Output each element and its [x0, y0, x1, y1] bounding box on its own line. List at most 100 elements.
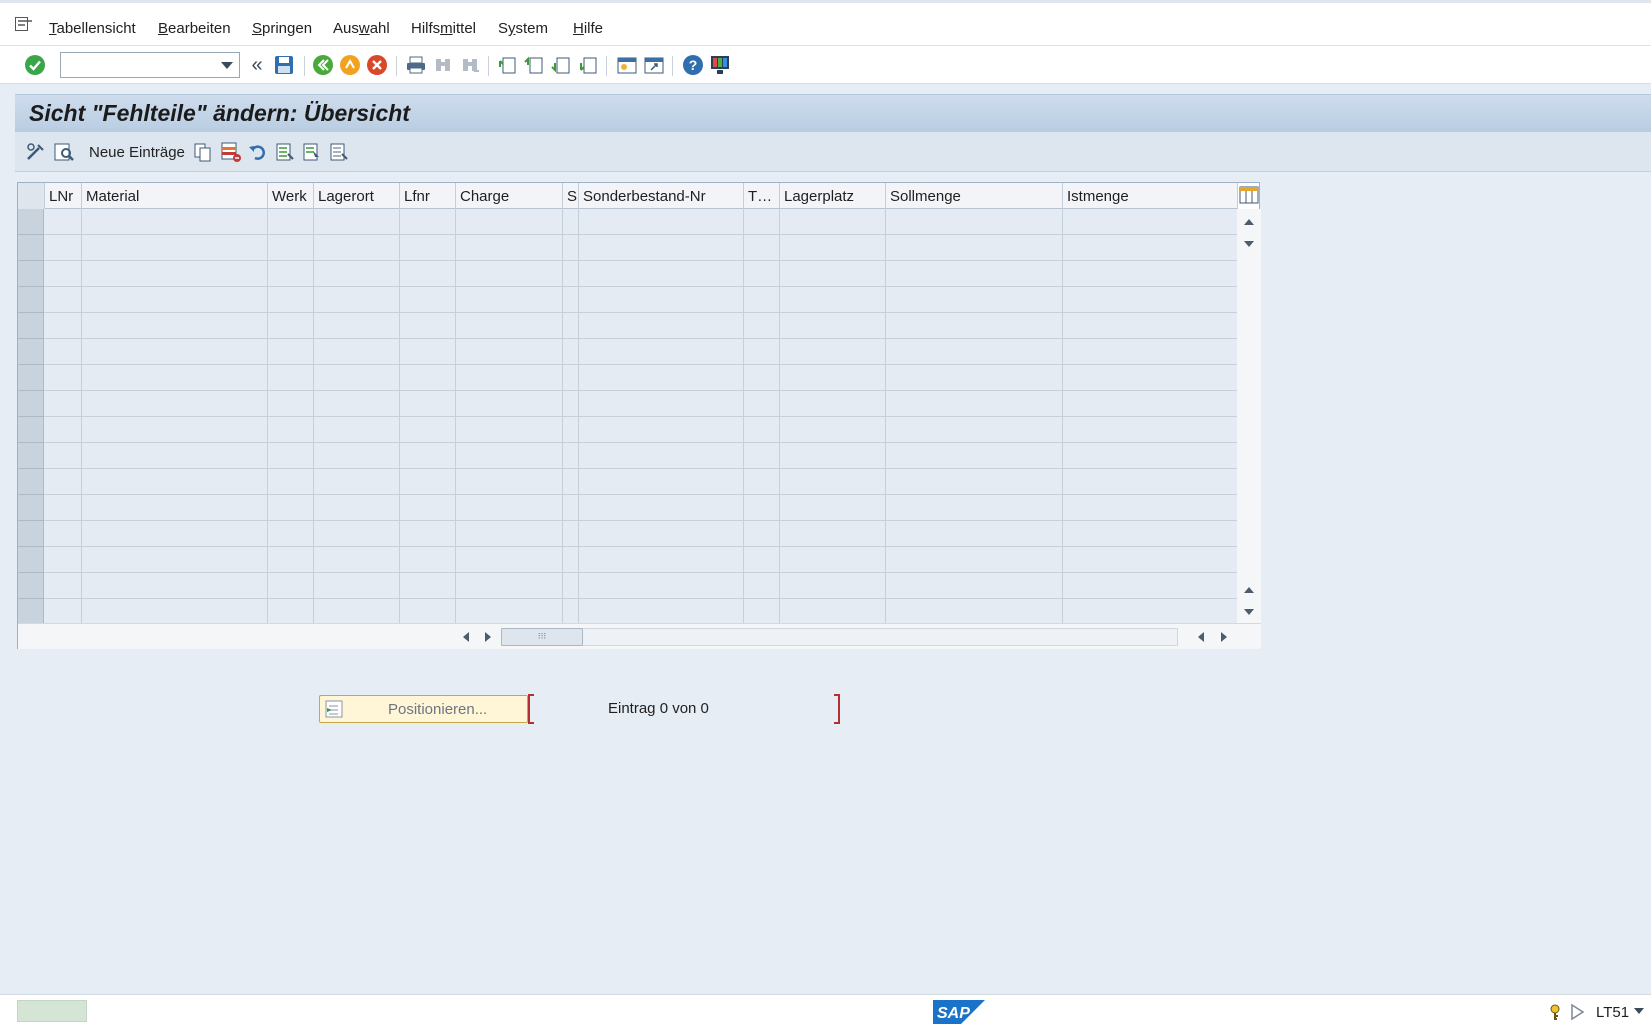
column-header-lagerort[interactable]: Lagerort	[314, 183, 400, 209]
cancel-icon[interactable]	[366, 54, 388, 76]
row-selector[interactable]	[18, 495, 44, 521]
horizontal-scroll-track[interactable]	[501, 628, 1178, 646]
transaction-code: LT51	[1596, 1004, 1630, 1021]
scroll-down-icon[interactable]	[1244, 241, 1254, 247]
horizontal-scrollbar[interactable]: ⁝⁝⁝	[18, 623, 1261, 649]
column-header-istmenge[interactable]: Istmenge	[1063, 183, 1238, 209]
deselect-all-icon[interactable]	[328, 141, 350, 163]
column-header-werk[interactable]: Werk	[268, 183, 314, 209]
exit-icon[interactable]	[339, 54, 361, 76]
scroll-up-icon[interactable]	[1244, 219, 1254, 225]
details-icon[interactable]	[53, 141, 75, 163]
application-toolbar: Neue Einträge	[15, 132, 1651, 172]
menu-bar: Tabellensicht Bearbeiten Springen Auswah…	[0, 0, 1651, 46]
table-row	[44, 468, 1238, 469]
create-shortcut-icon[interactable]	[643, 54, 665, 76]
scroll-far-right-icon[interactable]	[1221, 632, 1227, 642]
row-selector[interactable]	[18, 443, 44, 469]
play-icon[interactable]	[1568, 1003, 1586, 1021]
customize-layout-icon[interactable]	[709, 54, 731, 76]
save-icon[interactable]	[273, 54, 295, 76]
entry-count-text: Eintrag 0 von 0	[608, 700, 709, 717]
horizontal-scroll-thumb[interactable]: ⁝⁝⁝	[501, 628, 583, 646]
command-input[interactable]	[61, 53, 211, 77]
back-icon[interactable]	[312, 54, 334, 76]
display-change-icon[interactable]	[25, 141, 47, 163]
column-divider	[743, 209, 744, 623]
column-header-lfnr[interactable]: Lfnr	[400, 183, 456, 209]
row-selector[interactable]	[18, 391, 44, 417]
first-page-icon[interactable]	[496, 54, 518, 76]
row-selector[interactable]	[18, 547, 44, 573]
collapse-chevron-icon[interactable]: «	[246, 54, 268, 76]
delete-icon[interactable]	[220, 141, 242, 163]
command-field[interactable]	[60, 52, 240, 78]
scroll-right-icon[interactable]	[485, 632, 491, 642]
row-selector[interactable]	[18, 521, 44, 547]
key-icon[interactable]	[1546, 1003, 1564, 1021]
svg-text:?: ?	[689, 57, 698, 73]
menu-system[interactable]: System	[498, 20, 548, 37]
last-page-icon[interactable]	[577, 54, 599, 76]
menu-tabellensicht[interactable]: Tabellensicht	[49, 20, 136, 37]
column-header-sonderbestand-nr[interactable]: Sonderbestand-Nr	[579, 183, 744, 209]
row-selector[interactable]	[18, 339, 44, 365]
new-session-icon[interactable]	[616, 54, 638, 76]
enter-check-icon[interactable]	[24, 54, 46, 76]
table-settings-icon[interactable]	[1239, 185, 1259, 205]
row-selector[interactable]	[18, 469, 44, 495]
entry-info-bracket-left	[528, 694, 534, 724]
row-selector[interactable]	[18, 261, 44, 287]
copy-as-icon[interactable]	[192, 141, 214, 163]
table-header: LNr Material Werk Lagerort Lfnr Charge S…	[18, 183, 1238, 209]
new-entries-button[interactable]: Neue Einträge	[89, 144, 185, 161]
menu-springen[interactable]: Springen	[252, 20, 312, 37]
column-header-lagerplatz[interactable]: Lagerplatz	[780, 183, 886, 209]
undo-change-icon[interactable]	[247, 141, 269, 163]
column-header-t[interactable]: T…	[744, 183, 780, 209]
screen-title-bar: Sicht "Fehlteile" ändern: Übersicht	[15, 94, 1651, 132]
row-selector[interactable]	[18, 599, 44, 625]
column-header-s[interactable]: S	[563, 183, 579, 209]
next-page-icon[interactable]	[550, 54, 572, 76]
toolbar-separator	[488, 56, 489, 76]
find-next-icon	[459, 54, 481, 76]
row-selector[interactable]	[18, 573, 44, 599]
system-info-dropdown-icon[interactable]	[1634, 1008, 1644, 1014]
column-divider	[578, 209, 579, 623]
row-selector[interactable]	[18, 209, 44, 235]
print-icon[interactable]	[405, 54, 427, 76]
svg-text:SAP: SAP	[937, 1005, 970, 1022]
table-row	[44, 598, 1238, 599]
scroll-page-down-icon[interactable]	[1244, 609, 1254, 615]
table-row	[44, 546, 1238, 547]
row-selector[interactable]	[18, 235, 44, 261]
scroll-left-icon[interactable]	[463, 632, 469, 642]
menu-hilfsmittel[interactable]: Hilfsmittel	[411, 20, 476, 37]
column-header-lnr[interactable]: LNr	[45, 183, 82, 209]
help-icon[interactable]: ?	[682, 54, 704, 76]
command-dropdown-icon[interactable]	[221, 62, 233, 69]
menu-auswahl[interactable]: Auswahl	[333, 20, 390, 37]
scroll-page-up-icon[interactable]	[1244, 587, 1254, 593]
column-header-material[interactable]: Material	[82, 183, 268, 209]
menu-icon[interactable]	[15, 17, 33, 31]
row-selector[interactable]	[18, 287, 44, 313]
select-all-column-header[interactable]	[18, 183, 45, 209]
menu-bearbeiten[interactable]: Bearbeiten	[158, 20, 231, 37]
row-selector[interactable]	[18, 365, 44, 391]
vertical-scrollbar[interactable]	[1237, 209, 1261, 623]
scroll-far-left-icon[interactable]	[1198, 632, 1204, 642]
column-header-sollmenge[interactable]: Sollmenge	[886, 183, 1063, 209]
table-row	[44, 338, 1238, 339]
row-selector[interactable]	[18, 417, 44, 443]
select-block-icon[interactable]	[301, 141, 323, 163]
row-selector[interactable]	[18, 313, 44, 339]
column-header-charge[interactable]: Charge	[456, 183, 563, 209]
previous-page-icon[interactable]	[523, 54, 545, 76]
toolbar-separator	[672, 56, 673, 76]
position-button[interactable]: Positionieren...	[319, 695, 528, 723]
menu-hilfe[interactable]: Hilfe	[573, 20, 603, 37]
status-message-area[interactable]	[17, 1000, 87, 1022]
select-all-icon[interactable]	[274, 141, 296, 163]
